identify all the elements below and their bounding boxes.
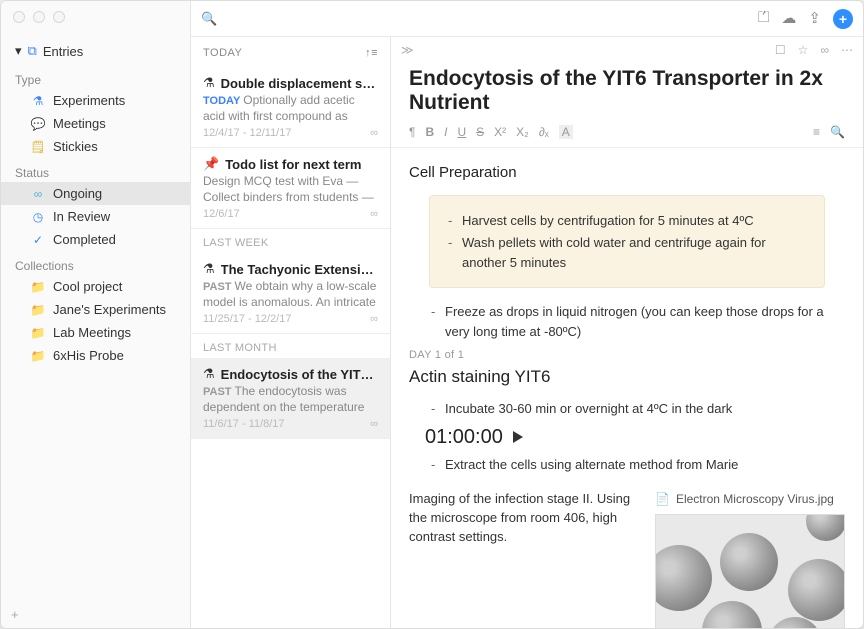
attachment-name[interactable]: Electron Microscopy Virus.jpg xyxy=(676,490,834,508)
subscript-button[interactable]: X₂ xyxy=(516,125,529,139)
more-icon[interactable]: ⋯ xyxy=(841,43,853,57)
infinity-icon: ∞ xyxy=(370,313,378,325)
list-header-label: TODAY xyxy=(203,47,242,59)
sidebar-item-meetings[interactable]: 💬Meetings xyxy=(1,112,190,135)
sidebar-group-status: Status xyxy=(1,158,190,182)
window-controls[interactable] xyxy=(1,1,77,29)
formula-button[interactable]: ∂ₓ xyxy=(539,125,549,139)
sidebar-item-inreview[interactable]: ◷In Review xyxy=(1,205,190,228)
new-entry-button[interactable]: + xyxy=(833,9,853,29)
sidebar-item-ongoing[interactable]: ∞Ongoing xyxy=(1,182,190,205)
flask-icon: ⚗ xyxy=(203,261,215,277)
superscript-button[interactable]: X² xyxy=(494,125,506,139)
link-icon[interactable]: ∞ xyxy=(820,43,829,57)
sidebar-item-coolproject[interactable]: 📁Cool project xyxy=(1,275,190,298)
day-label: DAY 1 of 1 xyxy=(409,347,845,364)
infinity-icon: ∞ xyxy=(370,418,378,430)
sidebar-item-labmeetings[interactable]: 📁Lab Meetings xyxy=(1,321,190,344)
body-bullet: Incubate 30-60 min or overnight at 4ºC i… xyxy=(429,399,845,419)
close-dot[interactable] xyxy=(13,11,25,23)
body-bullet: Freeze as drops in liquid nitrogen (you … xyxy=(429,302,845,341)
body-bullet: Extract the cells using alternate method… xyxy=(429,455,845,475)
entry-endocytosis[interactable]: ⚗Endocytosis of the YIT6 Trans… PASTThe … xyxy=(191,358,390,439)
infinity-icon: ∞ xyxy=(31,187,45,201)
check-icon: ✓ xyxy=(31,233,45,247)
outline-icon[interactable]: ☐ xyxy=(775,43,786,57)
italic-button[interactable]: I xyxy=(444,125,447,139)
min-dot[interactable] xyxy=(33,11,45,23)
list-group-lastweek: LAST WEEK xyxy=(191,229,390,253)
heading-cell-prep: Cell Preparation xyxy=(409,162,845,185)
entry-tachyonic[interactable]: ⚗The Tachyonic Extension of To… PASTWe o… xyxy=(191,253,390,334)
list-button[interactable]: ≡ xyxy=(813,125,820,139)
find-button[interactable]: 🔍 xyxy=(830,125,845,139)
sidebar-item-stickies[interactable]: 🗒Stickies xyxy=(1,135,190,158)
heading-actin: Actin staining YIT6 xyxy=(409,364,845,390)
disclosure-icon: ▾ xyxy=(15,43,22,59)
attachment-image[interactable] xyxy=(655,514,845,628)
list-group-lastmonth: LAST MONTH xyxy=(191,334,390,358)
folder-icon: 📁 xyxy=(31,326,45,340)
sidebar: ▾ ⧉ Entries Type ⚗Experiments 💬Meetings … xyxy=(1,1,191,628)
search-icon: 🔍 xyxy=(201,11,217,27)
search-field[interactable]: 🔍 xyxy=(201,11,750,27)
camera-icon[interactable]: ⏍ xyxy=(758,9,769,29)
strike-button[interactable]: S xyxy=(476,125,484,139)
cloud-icon[interactable]: ☁ xyxy=(781,9,796,29)
timer-value: 01:00:00 xyxy=(425,422,503,452)
page-title[interactable]: Endocytosis of the YIT6 Transporter in 2… xyxy=(391,63,863,121)
flask-icon: ⚗ xyxy=(203,75,215,91)
infinity-icon: ∞ xyxy=(370,208,378,220)
callout-block: Harvest cells by centrifugation for 5 mi… xyxy=(429,195,825,289)
sidebar-item-jane[interactable]: 📁Jane's Experiments xyxy=(1,298,190,321)
note-icon: 🗒 xyxy=(31,140,45,154)
max-dot[interactable] xyxy=(53,11,65,23)
topbar: 🔍 ⏍ ☁ ⇪ + xyxy=(191,1,863,37)
paragraph-icon[interactable]: ¶ xyxy=(409,125,415,139)
callout-item: Wash pellets with cold water and centrif… xyxy=(446,233,808,272)
play-button[interactable] xyxy=(513,431,523,443)
bold-button[interactable]: B xyxy=(425,125,434,139)
entry-list: TODAY ↑≡ ⚗Double displacement synthesi… … xyxy=(191,37,391,628)
editor: ≫ ☐ ☆ ∞ ⋯ Endocytosis of the YIT6 Transp… xyxy=(391,37,863,628)
infinity-icon: ∞ xyxy=(370,127,378,139)
share-icon[interactable]: ⇪ xyxy=(808,9,821,29)
folder-icon: 📁 xyxy=(31,349,45,363)
sidebar-item-experiments[interactable]: ⚗Experiments xyxy=(1,89,190,112)
format-toolbar: ¶ B I U S X² X₂ ∂ₓ A ≡ 🔍 xyxy=(391,121,863,148)
flask-icon: ⚗ xyxy=(203,366,215,382)
editor-body[interactable]: Cell Preparation Harvest cells by centri… xyxy=(391,148,863,628)
clock-icon: ◷ xyxy=(31,210,45,224)
highlight-button[interactable]: A xyxy=(559,125,573,139)
flask-icon: ⚗ xyxy=(31,94,45,108)
sidebar-item-6xhis[interactable]: 📁6xHis Probe xyxy=(1,344,190,367)
folder-icon: 📁 xyxy=(31,280,45,294)
pin-icon: 📌 xyxy=(203,156,219,172)
sidebar-group-type: Type xyxy=(1,65,190,89)
breadcrumb-icon[interactable]: ≫ xyxy=(401,43,414,57)
sort-button[interactable]: ↑≡ xyxy=(365,47,378,59)
star-icon[interactable]: ☆ xyxy=(798,43,809,57)
image-caption: Imaging of the infection stage II. Using… xyxy=(409,490,637,628)
entry-todo-list[interactable]: 📌Todo list for next term Design MCQ test… xyxy=(191,148,390,229)
search-input[interactable] xyxy=(223,11,750,26)
folder-icon: 📁 xyxy=(31,303,45,317)
entries-icon: ⧉ xyxy=(28,43,37,59)
file-icon: 📄 xyxy=(655,490,670,508)
sidebar-root[interactable]: ▾ ⧉ Entries xyxy=(1,37,190,65)
callout-item: Harvest cells by centrifugation for 5 mi… xyxy=(446,211,808,231)
underline-button[interactable]: U xyxy=(457,125,466,139)
sidebar-root-label: Entries xyxy=(43,44,83,59)
entry-double-displacement[interactable]: ⚗Double displacement synthesi… TODAYOpti… xyxy=(191,67,390,148)
sidebar-item-completed[interactable]: ✓Completed xyxy=(1,228,190,251)
chat-icon: 💬 xyxy=(31,117,45,131)
add-collection-button[interactable]: + xyxy=(1,601,190,628)
sidebar-group-collections: Collections xyxy=(1,251,190,275)
